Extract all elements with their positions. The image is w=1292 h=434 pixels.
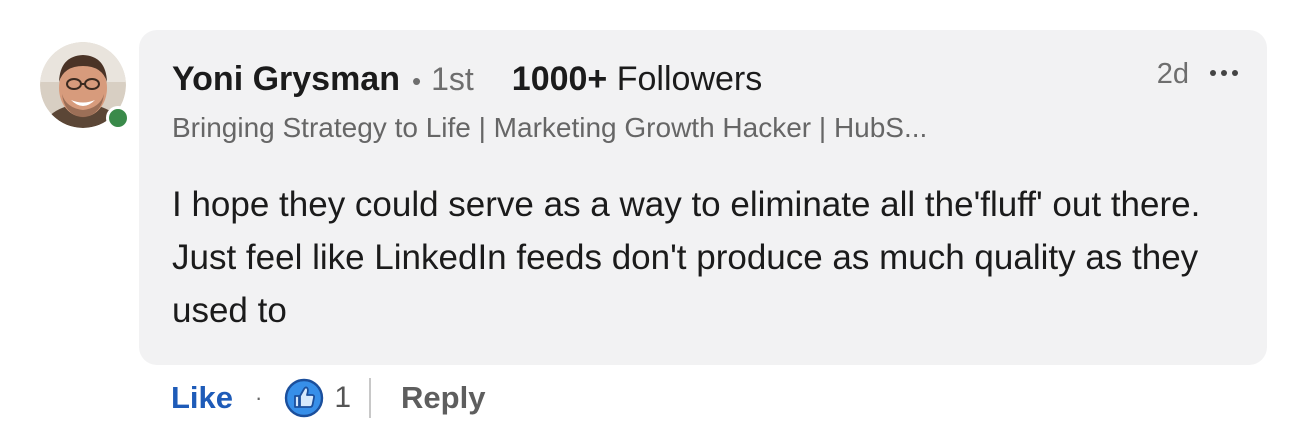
followers-number: 1000+ <box>511 60 608 98</box>
like-button[interactable]: Like <box>171 380 233 416</box>
reaction-count[interactable]: 1 <box>334 381 351 415</box>
header-separator: • <box>412 66 422 96</box>
comment-header: Yoni Grysman • 1st 1000+ Followers <box>172 60 762 99</box>
reply-button[interactable]: Reply <box>401 380 485 416</box>
comment-timestamp: 2d <box>1156 58 1189 90</box>
comment-text: I hope they could serve as a way to elim… <box>172 185 1201 330</box>
author-headline[interactable]: Bringing Strategy to Life | Marketing Gr… <box>172 112 927 144</box>
connection-degree: 1st <box>431 61 474 97</box>
followers-count: 1000+ Followers <box>512 60 762 99</box>
followers-label: Followers <box>616 60 763 98</box>
more-dot-icon <box>1221 70 1227 76</box>
author-name[interactable]: Yoni Grysman <box>172 60 400 99</box>
avatar-container[interactable] <box>40 42 130 132</box>
action-separator: · <box>255 385 263 410</box>
comment-actions: Like · 1 Reply <box>171 372 485 424</box>
more-options-button[interactable] <box>1203 62 1245 84</box>
more-dot-icon <box>1232 70 1238 76</box>
comment-bubble: Yoni Grysman • 1st 1000+ Followers Bring… <box>139 30 1267 365</box>
more-dot-icon <box>1210 70 1216 76</box>
online-status-indicator <box>106 106 130 130</box>
thumbs-up-icon[interactable] <box>284 378 324 418</box>
actions-divider <box>369 378 372 418</box>
